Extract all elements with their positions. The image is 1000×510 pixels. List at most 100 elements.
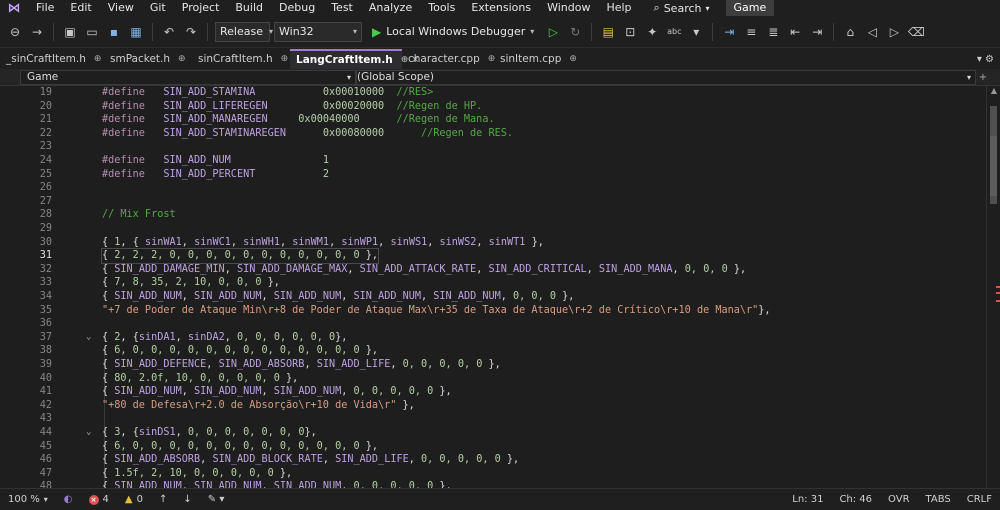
find-icon[interactable]: ⊡ [621,23,639,41]
error-marker[interactable] [996,300,1000,302]
code-line[interactable]: 36 [0,317,986,331]
code-line[interactable]: 37 ⌄{ 2, {sinDA1, sinDA2, 0, 0, 0, 0, 0, … [0,331,986,345]
arrow-up-icon[interactable]: ↑ [151,494,175,505]
open-folder-icon[interactable]: ▭ [83,23,101,41]
zoom-select[interactable]: 100 % ▾ [0,494,56,505]
browse-icon[interactable]: ▤ [599,23,617,41]
step-icon[interactable]: ⇥ [720,23,738,41]
start-debugger-button[interactable]: ▶ Local Windows Debugger ▾ [366,22,540,42]
tab--sincraftitem-h[interactable]: _sinCraftItem.h ⊕ [0,49,104,69]
code-line[interactable]: 42 "+80 de Defesa\r+2.0 de Absorção\r+10 … [0,399,986,413]
code-line[interactable]: 23 [0,140,986,154]
code-line[interactable]: 25 #define SIN_ADD_PERCENT 2 [0,168,986,182]
forward-icon[interactable]: → [28,23,46,41]
spellcheck-icon[interactable]: abc [665,23,683,41]
undo-icon[interactable]: ↶ [160,23,178,41]
menu-item-extensions[interactable]: Extensions [463,0,539,16]
tab-sincraftitem-h[interactable]: sinCraftItem.h ⊕ [192,49,290,69]
code-line[interactable]: 48 { SIN_ADD_NUM, SIN_ADD_NUM, SIN_ADD_NU… [0,480,986,488]
code-line[interactable]: 44 ⌄{ 3, {sinDS1, 0, 0, 0, 0, 0, 0, 0}, [0,426,986,440]
code-line[interactable]: 24 #define SIN_ADD_NUM 1 [0,154,986,168]
code-line[interactable]: 27 [0,195,986,209]
menu-item-tools[interactable]: Tools [420,0,463,16]
search-menu[interactable]: ⌕ Search ▾ [640,1,720,15]
menu-item-edit[interactable]: Edit [62,0,99,16]
code-line[interactable]: 31 { 2, 2, 2, 0, 0, 0, 0, 0, 0, 0, 0, 0, … [0,248,986,264]
tab-character-cpp[interactable]: character.cpp ⊕ [402,49,495,69]
restart-icon[interactable]: ↻ [566,23,584,41]
menu-item-build[interactable]: Build [227,0,271,16]
code-line[interactable]: 29 [0,222,986,236]
tab-sinitem-cpp[interactable]: sinItem.cpp ⊕ [494,49,577,69]
menu-item-window[interactable]: Window [539,0,598,16]
menu-item-project[interactable]: Project [174,0,228,16]
scope-select[interactable]: (Global Scope) ▾ [356,69,976,85]
code-line[interactable]: 40 { 80, 2.0f, 10, 0, 0, 0, 0, 0 }, [0,372,986,386]
menu-item-file[interactable]: File [28,0,62,16]
code-line[interactable]: 30 { 1, { sinWA1, sinWC1, sinWH1, sinWM1,… [0,236,986,250]
code-line[interactable]: 26 [0,181,986,195]
code-line[interactable]: 19 #define SIN_ADD_STAMINA 0x00010000 //R… [0,86,986,100]
fire-icon[interactable]: ✦ [643,23,661,41]
pin-icon[interactable]: ⊕ [281,54,289,64]
menu-item-help[interactable]: Help [598,0,639,16]
warning-count[interactable]: ▲ 0 [117,494,151,505]
code-line[interactable]: 41 { SIN_ADD_NUM, SIN_ADD_NUM, SIN_ADD_NU… [0,385,986,399]
configuration-select[interactable]: Release ▾ [215,21,273,42]
outdent-icon[interactable]: ⇥ [808,23,826,41]
start-without-debugging-icon[interactable]: ▷ [544,23,562,41]
code-line[interactable]: 32 { SIN_ADD_DAMAGE_MIN, SIN_ADD_DAMAGE_M… [0,263,986,277]
vertical-scrollbar[interactable]: ▲ [986,86,1000,488]
code-line[interactable]: 43 [0,412,986,426]
fold-toggle-icon[interactable]: ⌄ [86,331,91,345]
scroll-up-icon[interactable]: ▲ [987,86,1000,100]
save-icon[interactable]: ▪ [105,23,123,41]
platform-select[interactable]: Win32 ▾ [274,21,362,42]
line-indicator[interactable]: Ln: 31 [784,494,831,505]
code-line[interactable]: 38 { 6, 0, 0, 0, 0, 0, 0, 0, 0, 0, 0, 0, … [0,344,986,358]
code-line[interactable]: 20 #define SIN_ADD_LIFEREGEN 0x00020000 /… [0,100,986,114]
scrollbar-thumb-secondary[interactable] [990,136,997,196]
visual-studio-logo-icon[interactable]: ⋈ [0,0,28,16]
redo-icon[interactable]: ↷ [182,23,200,41]
clear-bookmarks-icon[interactable]: ⌫ [907,23,925,41]
overwrite-indicator[interactable]: OVR [880,494,917,505]
error-marker[interactable] [996,286,1000,288]
code-cleanup-icon[interactable]: ✎ ▾ [200,494,233,505]
error-count[interactable]: × 4 [81,494,117,505]
code-line[interactable]: 33 { 7, 8, 35, 2, 10, 0, 0, 0 }, [0,276,986,290]
menu-item-debug[interactable]: Debug [271,0,323,16]
collapse-icon[interactable]: ▾ [687,23,705,41]
indent-indicator[interactable]: TABS [918,494,959,505]
menu-item-git[interactable]: Git [142,0,174,16]
tab-langcraftitem-h[interactable]: LangCraftItem.h ⊕ × [290,49,419,69]
code-line[interactable]: 22 #define SIN_ADD_STAMINAREGEN 0x0008000… [0,127,986,141]
new-item-icon[interactable]: ▣ [61,23,79,41]
code-line[interactable]: 46 { SIN_ADD_ABSORB, SIN_ADD_BLOCK_RATE, … [0,453,986,467]
prev-bookmark-icon[interactable]: ◁ [863,23,881,41]
code-line[interactable]: 35 "+7 de Poder de Ataque Min\r+8 de Pode… [0,304,986,318]
split-editor-icon[interactable]: + [976,72,990,83]
save-all-icon[interactable]: ▦ [127,23,145,41]
menu-item-analyze[interactable]: Analyze [361,0,420,16]
tab-smpacket-h[interactable]: smPacket.h ⊕ [104,49,192,69]
pin-icon[interactable]: ⊕ [569,54,577,64]
tab-overflow-icon[interactable]: ▾ ⚙ [977,49,1000,69]
uncomment-icon[interactable]: ≣ [764,23,782,41]
line-ending-indicator[interactable]: CRLF [959,494,1000,505]
bookmark-icon[interactable]: ⌂ [841,23,859,41]
code-line[interactable]: 45 { 6, 0, 0, 0, 0, 0, 0, 0, 0, 0, 0, 0, … [0,440,986,454]
code-line[interactable]: 39 { SIN_ADD_DEFENCE, SIN_ADD_ABSORB, SIN… [0,358,986,372]
code-line[interactable]: 47 { 1.5f, 2, 10, 0, 0, 0, 0, 0 }, [0,467,986,481]
menu-item-view[interactable]: View [100,0,142,16]
pin-icon[interactable]: ⊕ [178,54,186,64]
fold-toggle-icon[interactable]: ⌄ [86,426,91,440]
arrow-down-icon[interactable]: ↓ [175,494,199,505]
next-bookmark-icon[interactable]: ▷ [885,23,903,41]
back-icon[interactable]: ⊖ [6,23,24,41]
code-editor[interactable]: 19 #define SIN_ADD_STAMINA 0x00010000 //R… [0,86,986,488]
indent-icon[interactable]: ⇤ [786,23,804,41]
char-indicator[interactable]: Ch: 46 [831,494,880,505]
solution-name-badge[interactable]: Game [725,0,775,16]
code-line[interactable]: 28 // Mix Frost [0,208,986,222]
